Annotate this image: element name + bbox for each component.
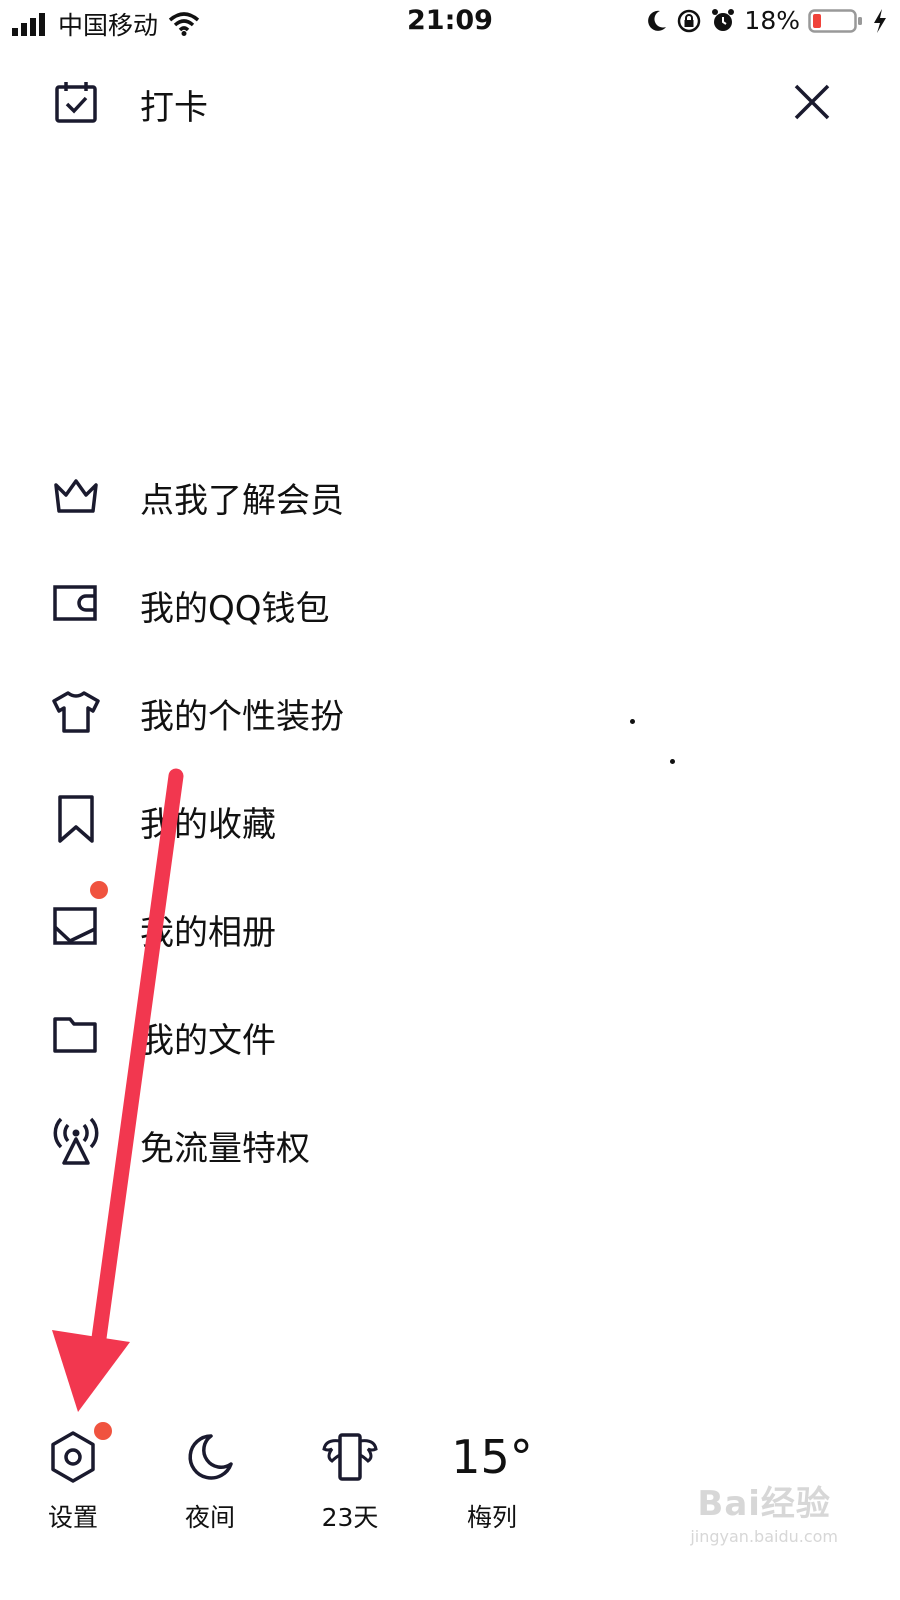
alarm-icon xyxy=(712,8,735,31)
settings-icon-wrap xyxy=(18,1420,128,1494)
rotation-lock-icon xyxy=(678,9,701,32)
settings-badge-dot xyxy=(94,1422,112,1440)
menu-item-membership[interactable]: 点我了解会员 xyxy=(0,455,900,563)
watermark-sub: jingyan.baidu.com xyxy=(690,1527,838,1546)
menu-item-favorites[interactable]: 我的收藏 xyxy=(0,779,900,887)
stray-dot xyxy=(670,759,675,764)
watermark-main: Bai经验 xyxy=(697,1484,831,1524)
menu-item-files[interactable]: 我的文件 xyxy=(0,995,900,1103)
folder-icon xyxy=(50,1009,102,1061)
night-icon-wrap xyxy=(155,1420,265,1494)
album-badge-dot xyxy=(90,881,108,899)
battery-percent: 18% xyxy=(744,6,800,35)
menu-label: 点我了解会员 xyxy=(140,481,344,521)
settings-label: 设置 xyxy=(47,1503,98,1532)
checkin-calendar-icon[interactable] xyxy=(52,78,100,130)
status-bar: 中国移动 21:09 18% xyxy=(0,0,900,48)
drawer-menu: 点我了解会员 我的QQ钱包 我的个性装扮 我的收藏 我的相册 我的文件 免流量特… xyxy=(0,455,900,1211)
moon-status-icon xyxy=(648,10,667,31)
days-button[interactable]: 23天 xyxy=(295,1420,405,1534)
weather-city: 梅列 xyxy=(466,1503,517,1532)
moon-icon xyxy=(188,1434,233,1480)
days-label: 23天 xyxy=(321,1503,379,1532)
menu-item-personalization[interactable]: 我的个性装扮 xyxy=(0,671,900,779)
menu-label: 我的个性装扮 xyxy=(140,697,344,737)
baidu-watermark: Bai经验 jingyan.baidu.com xyxy=(690,1476,838,1546)
drawer-header: 打卡 xyxy=(0,70,900,132)
night-mode-button[interactable]: 夜间 xyxy=(155,1420,265,1534)
checkin-title[interactable]: 打卡 xyxy=(140,80,208,129)
close-icon[interactable] xyxy=(790,80,834,124)
menu-label: 我的相册 xyxy=(140,913,276,953)
tshirt-icon xyxy=(50,685,102,737)
weather-button[interactable]: 15° 梅列 xyxy=(437,1420,547,1534)
weather-temp-wrap: 15° xyxy=(437,1420,547,1494)
settings-button[interactable]: 设置 xyxy=(18,1420,128,1534)
night-label: 夜间 xyxy=(184,1503,235,1532)
antenna-icon xyxy=(50,1117,102,1169)
photo-icon xyxy=(50,901,102,953)
menu-label: 免流量特权 xyxy=(140,1129,310,1169)
menu-item-free-data[interactable]: 免流量特权 xyxy=(0,1103,900,1211)
stray-dot xyxy=(630,719,635,724)
wallet-icon xyxy=(50,577,102,629)
winged-phone-icon xyxy=(322,1433,378,1481)
close-button[interactable] xyxy=(790,80,834,124)
menu-label: 我的文件 xyxy=(140,1021,276,1061)
menu-item-qq-wallet[interactable]: 我的QQ钱包 xyxy=(0,563,900,671)
menu-item-album[interactable]: 我的相册 xyxy=(0,881,900,995)
status-right: 18% xyxy=(646,6,888,35)
charging-icon xyxy=(874,8,886,33)
crown-icon xyxy=(50,469,102,521)
menu-label: 我的收藏 xyxy=(140,805,276,845)
days-icon-wrap xyxy=(295,1420,405,1494)
menu-label: 我的QQ钱包 xyxy=(140,589,330,629)
battery-icon xyxy=(808,8,862,33)
bookmark-icon xyxy=(50,793,102,845)
gear-icon xyxy=(51,1431,95,1483)
weather-temperature: 15° xyxy=(451,1430,533,1484)
